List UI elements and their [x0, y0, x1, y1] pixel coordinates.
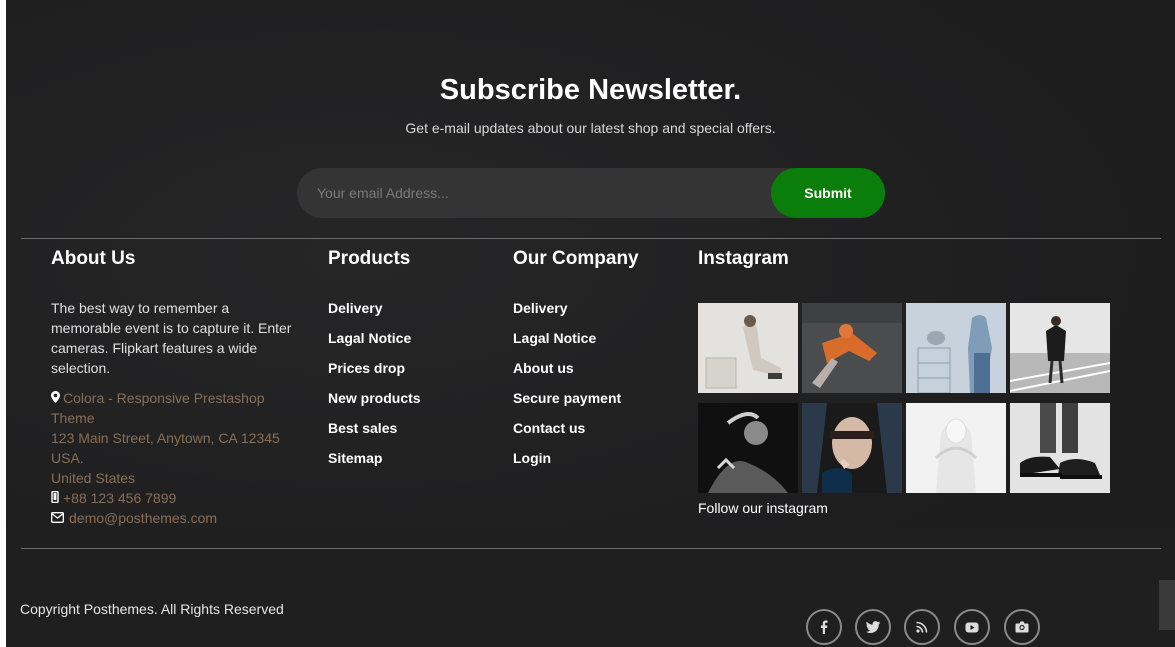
list-item: Sitemap: [328, 448, 421, 478]
instagram-photo-6[interactable]: [802, 403, 902, 493]
envelope-icon: [51, 509, 69, 529]
instagram-photo-8[interactable]: [1010, 403, 1110, 493]
copyright-text: Copyright Posthemes. All Rights Reserved: [20, 601, 284, 617]
newsletter-form: Submit: [297, 168, 885, 218]
instagram-title: Instagram: [698, 248, 789, 269]
phone-line: +88 123 456 7899: [51, 488, 176, 509]
list-item: Delivery: [513, 298, 621, 328]
youtube-icon[interactable]: [954, 609, 990, 645]
email-address[interactable]: demo@posthemes.com: [69, 510, 217, 526]
company-link-secure-payment[interactable]: Secure payment: [513, 390, 621, 406]
list-item: About us: [513, 358, 621, 388]
instagram-photo-3[interactable]: [906, 303, 1006, 393]
address-line1: 123 Main Street, Anytown, CA 12345: [51, 430, 280, 446]
products-link-sitemap[interactable]: Sitemap: [328, 450, 382, 466]
store-name-line1[interactable]: Colora - Responsive Prestashop: [63, 390, 265, 406]
footer-page: Subscribe Newsletter. Get e-mail updates…: [6, 0, 1175, 647]
address-line2: USA.: [51, 450, 84, 466]
list-item: Login: [513, 448, 621, 478]
list-item: Delivery: [328, 298, 421, 328]
products-link-best-sales[interactable]: Best sales: [328, 420, 397, 436]
mobile-icon: [51, 489, 63, 509]
company-links: Delivery Lagal Notice About us Secure pa…: [513, 298, 621, 478]
instagram-photo-2[interactable]: [802, 303, 902, 393]
list-item: Prices drop: [328, 358, 421, 388]
phone-number[interactable]: +88 123 456 7899: [63, 490, 176, 506]
instagram-photo-5[interactable]: [698, 403, 798, 493]
divider-bottom: [21, 548, 1161, 549]
store-name-line2[interactable]: Theme: [51, 408, 95, 428]
store-name: Colora - Responsive Prestashop: [51, 388, 265, 409]
company-link-about-us[interactable]: About us: [513, 360, 574, 376]
submit-button[interactable]: Submit: [771, 168, 885, 218]
list-item: Secure payment: [513, 388, 621, 418]
company-link-delivery[interactable]: Delivery: [513, 300, 567, 316]
products-title: Products: [328, 248, 411, 269]
instagram-photo-7[interactable]: [906, 403, 1006, 493]
about-title: About Us: [51, 248, 136, 269]
list-item: Contact us: [513, 418, 621, 448]
divider-top: [21, 238, 1161, 239]
company-link-legal-notice[interactable]: Lagal Notice: [513, 330, 596, 346]
instagram-photo-4[interactable]: [1010, 303, 1110, 393]
rss-icon[interactable]: [904, 609, 940, 645]
products-link-legal-notice[interactable]: Lagal Notice: [328, 330, 411, 346]
instagram-photo-1[interactable]: [698, 303, 798, 393]
map-marker-icon: [51, 389, 63, 409]
bottom-bar: [6, 528, 1175, 647]
facebook-icon[interactable]: [806, 609, 842, 645]
company-title: Our Company: [513, 248, 639, 269]
list-item: New products: [328, 388, 421, 418]
list-item: Best sales: [328, 418, 421, 448]
products-link-prices-drop[interactable]: Prices drop: [328, 360, 405, 376]
list-item: Lagal Notice: [513, 328, 621, 358]
products-links: Delivery Lagal Notice Prices drop New pr…: [328, 298, 421, 478]
products-link-delivery[interactable]: Delivery: [328, 300, 382, 316]
newsletter-title: Subscribe Newsletter.: [439, 74, 742, 106]
list-item: Lagal Notice: [328, 328, 421, 358]
twitter-icon[interactable]: [855, 609, 891, 645]
email-line: demo@posthemes.com: [51, 508, 217, 529]
follow-instagram-text[interactable]: Follow our instagram: [698, 500, 828, 516]
camera-icon[interactable]: [1004, 609, 1040, 645]
products-link-new-products[interactable]: New products: [328, 390, 421, 406]
company-link-login[interactable]: Login: [513, 450, 551, 466]
email-input[interactable]: [317, 168, 757, 218]
company-link-contact-us[interactable]: Contact us: [513, 420, 585, 436]
address-line3: United States: [51, 470, 136, 486]
about-text: The best way to remember a memorable eve…: [51, 300, 292, 376]
scroll-to-top-button[interactable]: [1159, 580, 1175, 630]
instagram-grid: [698, 303, 1110, 493]
newsletter-subtitle: Get e-mail updates about our latest shop…: [405, 120, 776, 136]
